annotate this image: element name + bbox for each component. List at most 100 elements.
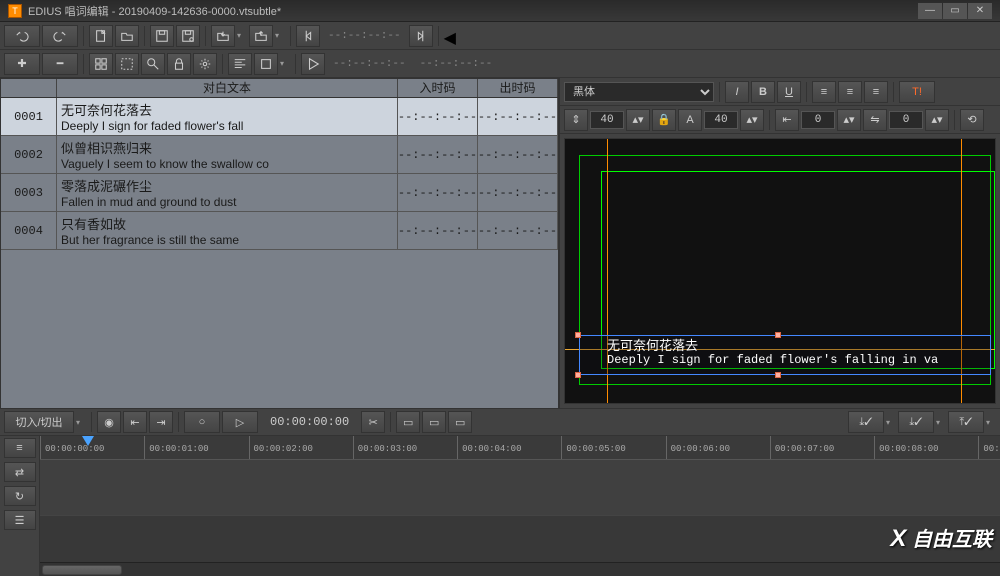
- zoom-button[interactable]: [141, 53, 165, 75]
- track-1-icon[interactable]: ≡: [4, 438, 36, 458]
- table-row[interactable]: 0002似曾相识燕归来Vaguely I seem to know the sw…: [1, 136, 558, 174]
- align-center-button[interactable]: ≡: [838, 81, 862, 103]
- kerning-step-r[interactable]: ▴▾: [925, 109, 949, 131]
- underline-button[interactable]: U: [777, 81, 801, 103]
- row-in-tc[interactable]: --:--:--:--: [398, 212, 478, 249]
- align-left-button[interactable]: ≡: [812, 81, 836, 103]
- track-snap-icon[interactable]: ⇄: [4, 462, 36, 482]
- row-in-tc[interactable]: --:--:--:--: [398, 98, 478, 135]
- preview-canvas[interactable]: 无可奈何花落去 Deeply I sign for faded flower's…: [564, 138, 996, 404]
- handle-tl[interactable]: [575, 332, 581, 338]
- export-dropdown[interactable]: ▾: [275, 31, 285, 40]
- row-text[interactable]: 只有香如故But her fragrance is still the same: [57, 212, 398, 249]
- row-out-tc[interactable]: --:--:--:--: [478, 136, 558, 173]
- play-transport-button[interactable]: ▷: [222, 411, 258, 433]
- track-layers-icon[interactable]: ☰: [4, 510, 36, 530]
- scrollbar-thumb[interactable]: [42, 565, 122, 575]
- save-button[interactable]: [150, 25, 174, 47]
- table-row[interactable]: 0004只有香如故But her fragrance is still the …: [1, 212, 558, 250]
- mirror-icon[interactable]: ⇋: [863, 109, 887, 131]
- kerning-left[interactable]: 0: [801, 111, 835, 129]
- prev-button[interactable]: ⇤: [123, 411, 147, 433]
- transport-bar: 切入/切出▾ ◉ ⇤ ⇥ ○ ▷ 00:00:00:00 ✂ ▭ ▭ ▭ ⤓✓▾…: [0, 408, 1000, 436]
- lock-aspect-icon[interactable]: 🔒: [652, 109, 676, 131]
- undo-button[interactable]: [4, 25, 40, 47]
- table-body[interactable]: 0001无可奈何花落去Deeply I sign for faded flowe…: [0, 98, 559, 408]
- minimize-button[interactable]: —: [918, 3, 942, 19]
- close-button[interactable]: ✕: [968, 3, 992, 19]
- save-as-button[interactable]: [176, 25, 200, 47]
- row-text[interactable]: 无可奈何花落去Deeply I sign for faded flower's …: [57, 98, 398, 135]
- time-ruler[interactable]: 00:00:00:0000:00:01:0000:00:02:0000:00:0…: [40, 436, 1000, 460]
- font-height[interactable]: 40: [590, 111, 624, 129]
- position-timecode: --:--:--:--: [327, 58, 412, 70]
- row-out-tc[interactable]: --:--:--:--: [478, 212, 558, 249]
- row-number: 0003: [1, 174, 57, 211]
- apply-1-button[interactable]: ⤓✓: [848, 411, 884, 433]
- jump-start-button[interactable]: ◉: [97, 411, 121, 433]
- table-row[interactable]: 0001无可奈何花落去Deeply I sign for faded flowe…: [1, 98, 558, 136]
- select-all-button[interactable]: [115, 53, 139, 75]
- import-dropdown[interactable]: ▾: [237, 31, 247, 40]
- mark-in-button[interactable]: [296, 25, 320, 47]
- align-left-button[interactable]: [228, 53, 252, 75]
- track-area[interactable]: [40, 460, 1000, 562]
- add-row-button[interactable]: ✚: [4, 53, 40, 75]
- export-button[interactable]: [249, 25, 273, 47]
- h-scrollbar[interactable]: [40, 562, 1000, 576]
- new-button[interactable]: [89, 25, 113, 47]
- text-style-button[interactable]: T!: [899, 81, 935, 103]
- apply-2-button[interactable]: ⤓✓: [898, 411, 934, 433]
- cut-mode-dropdown[interactable]: ▾: [76, 418, 86, 427]
- grid-button[interactable]: [89, 53, 113, 75]
- kerning-right[interactable]: 0: [889, 111, 923, 129]
- align-right-button[interactable]: ≡: [864, 81, 888, 103]
- row-text[interactable]: 零落成泥碾作尘Fallen in mud and ground to dust: [57, 174, 398, 211]
- font-select[interactable]: 黑体: [564, 82, 714, 102]
- kerning-step-l[interactable]: ▴▾: [837, 109, 861, 131]
- color-button[interactable]: [254, 53, 278, 75]
- lock-button[interactable]: [167, 53, 191, 75]
- font-width[interactable]: 40: [704, 111, 738, 129]
- row-out-tc[interactable]: --:--:--:--: [478, 174, 558, 211]
- width-step[interactable]: ▴▾: [740, 109, 764, 131]
- open-button[interactable]: [115, 25, 139, 47]
- row-number: 0004: [1, 212, 57, 249]
- record-button[interactable]: ○: [184, 411, 220, 433]
- row-text[interactable]: 似曾相识燕归来Vaguely I seem to know the swallo…: [57, 136, 398, 173]
- preview-line-1[interactable]: 无可奈何花落去: [607, 335, 698, 354]
- remove-row-button[interactable]: ━: [42, 53, 78, 75]
- handle-tm[interactable]: [775, 332, 781, 338]
- apply-3-button[interactable]: ⤒✓: [948, 411, 984, 433]
- cut-mode-button[interactable]: 切入/切出: [4, 411, 74, 433]
- view-3-button[interactable]: ▭: [448, 411, 472, 433]
- bold-button[interactable]: B: [751, 81, 775, 103]
- tick-label: 00:00:04:00: [462, 444, 521, 454]
- row-in-tc[interactable]: --:--:--:--: [398, 174, 478, 211]
- table-row[interactable]: 0003零落成泥碾作尘Fallen in mud and ground to d…: [1, 174, 558, 212]
- mark-out-button[interactable]: [409, 25, 433, 47]
- split-button[interactable]: ✂: [361, 411, 385, 433]
- play-button[interactable]: [301, 53, 325, 75]
- row-out-tc[interactable]: --:--:--:--: [478, 98, 558, 135]
- import-button[interactable]: [211, 25, 235, 47]
- view-2-button[interactable]: ▭: [422, 411, 446, 433]
- settings-button[interactable]: [193, 53, 217, 75]
- height-step[interactable]: ▴▾: [626, 109, 650, 131]
- collapse-arrow-icon[interactable]: ◀: [444, 28, 450, 44]
- handle-bm[interactable]: [775, 372, 781, 378]
- maximize-button[interactable]: ▭: [943, 3, 967, 19]
- refresh-button[interactable]: ⟲: [960, 109, 984, 131]
- title-bar: T EDIUS 唱词编辑 - 20190409-142636-0000.vtsu…: [0, 0, 1000, 22]
- track-loop-icon[interactable]: ↻: [4, 486, 36, 506]
- view-1-button[interactable]: ▭: [396, 411, 420, 433]
- next-button[interactable]: ⇥: [149, 411, 173, 433]
- redo-button[interactable]: [42, 25, 78, 47]
- preview-line-2[interactable]: Deeply I sign for faded flower's falling…: [607, 353, 938, 367]
- color-dropdown[interactable]: ▾: [280, 59, 290, 68]
- handle-bl[interactable]: [575, 372, 581, 378]
- track-row[interactable]: [40, 460, 1000, 516]
- row-in-tc[interactable]: --:--:--:--: [398, 136, 478, 173]
- current-timecode: 00:00:00:00: [260, 415, 359, 429]
- italic-button[interactable]: I: [725, 81, 749, 103]
